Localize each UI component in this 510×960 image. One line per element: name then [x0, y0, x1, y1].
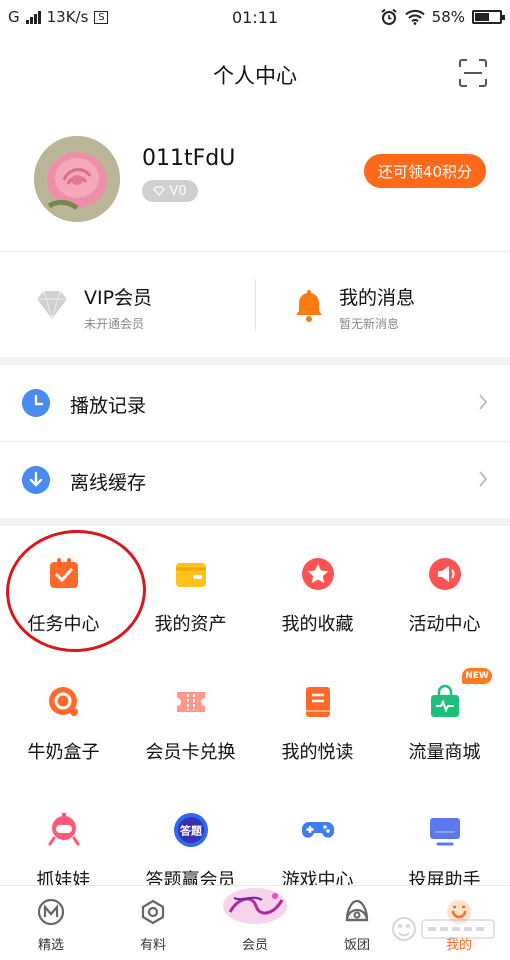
section-gap: [0, 357, 510, 365]
grid-item-label: 活动中心: [408, 614, 481, 635]
clock-icon: [22, 389, 50, 417]
screen-cast-icon: [430, 818, 460, 846]
vip-level-badge: V0: [142, 180, 198, 202]
rose-avatar-image: [34, 136, 120, 222]
milk-box-icon: [49, 687, 78, 716]
wifi-icon: [404, 9, 425, 25]
status-bar: G 13K/s S 01:11 58%: [0, 0, 510, 36]
claw-machine-icon: [48, 813, 80, 846]
grid-item-label: 流量商城: [408, 742, 481, 763]
list-item-offline-cache[interactable]: 离线缓存: [0, 442, 510, 518]
scan-icon[interactable]: [458, 58, 488, 88]
grid-item-label: 会员卡兑换: [145, 742, 236, 763]
page-title: 个人中心: [213, 64, 297, 88]
bell-icon: [296, 290, 322, 322]
chevron-right-icon: [479, 394, 488, 410]
nav-tab-featured[interactable]: 精选: [0, 886, 102, 960]
battery-fill: [475, 13, 489, 21]
claim-points-button[interactable]: 还可领40积分: [363, 154, 486, 188]
nav-label: 精选: [37, 938, 64, 953]
rice-ball-icon: [345, 899, 369, 922]
alarm-icon: [381, 8, 397, 25]
grid-item-my-assets[interactable]: 我的资产: [127, 526, 254, 654]
vip-level-label: V0: [169, 183, 187, 199]
messages-title: 我的消息: [339, 287, 416, 309]
quiz-icon-text: 答题: [180, 824, 203, 838]
list-item-play-history[interactable]: 播放记录: [0, 365, 510, 441]
battery-percent: 58%: [431, 8, 465, 26]
download-icon: [22, 466, 50, 494]
chevron-right-icon: [479, 471, 488, 487]
list-item-label: 播放记录: [70, 395, 147, 417]
battery-icon: [472, 10, 505, 24]
grid-item-my-favorites[interactable]: 我的收藏: [254, 526, 381, 654]
vip-card[interactable]: VIP会员 未开通会员: [0, 253, 255, 357]
grid-item-label: 我的资产: [154, 614, 227, 635]
nav-label: 有料: [139, 938, 166, 953]
page-header: 个人中心: [0, 36, 510, 112]
vip-title: VIP会员: [84, 287, 153, 309]
star-icon: [302, 558, 334, 590]
baidu-watermark-logo: [392, 917, 495, 941]
featured-icon: [37, 898, 65, 926]
gamepad-icon: [302, 822, 334, 838]
messages-subtitle: 暂无新消息: [339, 317, 400, 331]
username: 011tFdU: [142, 146, 236, 171]
grid-item-my-reading[interactable]: 我的悦读: [254, 654, 381, 782]
vip-diamond-icon: [37, 290, 67, 320]
grid-item-member-card-redeem[interactable]: 会员卡兑换: [127, 654, 254, 782]
diamond-icon: [153, 186, 166, 196]
grid-item-label: 我的悦读: [281, 742, 354, 763]
ticket-icon: [177, 692, 205, 712]
quiz-icon: 答题: [174, 813, 208, 847]
vip-messages-row: VIP会员 未开通会员 我的消息 暂无新消息: [0, 253, 510, 357]
vip-subtitle: 未开通会员: [84, 317, 145, 331]
member-promo-artwork[interactable]: [220, 884, 290, 926]
shopping-bag-icon: [431, 684, 459, 717]
grid-item-label: 我的收藏: [281, 614, 354, 635]
nav-tab-discover[interactable]: 有料: [102, 886, 204, 960]
grid-item-label: 牛奶盒子: [27, 742, 100, 763]
megaphone-icon: [429, 558, 461, 590]
new-badge: NEW: [462, 668, 492, 684]
section-gap: [0, 518, 510, 526]
book-icon: [306, 687, 330, 717]
grid-item-activity-center[interactable]: 活动中心: [381, 526, 508, 654]
avatar[interactable]: [34, 136, 120, 222]
messages-card[interactable]: 我的消息 暂无新消息: [255, 253, 510, 357]
status-right: 58%: [380, 8, 505, 26]
profile-section: 011tFdU V0 还可领40积分: [0, 112, 510, 252]
wallet-icon: [176, 563, 206, 587]
discover-icon: [141, 899, 165, 925]
grid-item-milk-box[interactable]: 牛奶盒子: [0, 654, 127, 782]
list-item-label: 离线缓存: [70, 472, 147, 494]
nav-label: 会员: [241, 938, 268, 953]
